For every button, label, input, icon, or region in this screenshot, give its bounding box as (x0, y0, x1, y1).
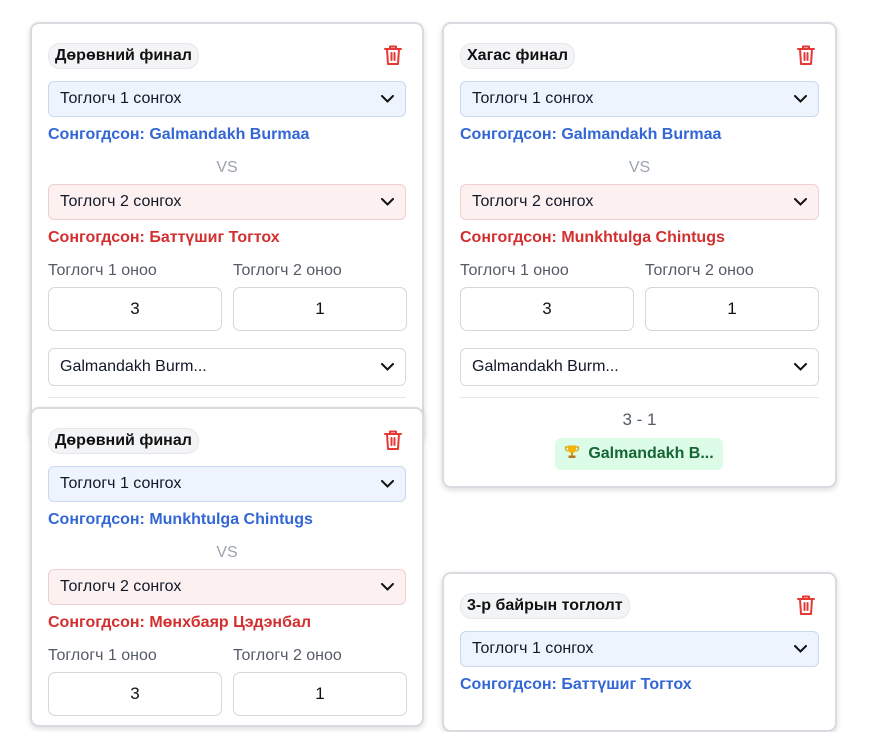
player1-select[interactable]: Тоглогч 1 сонгох (460, 81, 819, 117)
chevron-down-icon (793, 195, 807, 209)
player1-select[interactable]: Тоглогч 1 сонгох (460, 631, 819, 667)
player1-select-label: Тоглогч 1 сонгох (472, 640, 594, 657)
player1-chosen: Сонгогдсон: Баттүшиг Тогтох (460, 676, 692, 693)
player1-chosen: Сонгогдсон: Galmandakh Burmaa (460, 126, 722, 143)
chevron-down-icon (380, 477, 394, 491)
player1-select-label: Тоглогч 1 сонгох (472, 90, 594, 107)
chevron-down-icon (380, 92, 394, 106)
player1-select[interactable]: Тоглогч 1 сонгох (48, 81, 406, 117)
match-card: 3-р байрын тоглолт Тоглогч 1 сонгох Сонг… (442, 572, 837, 732)
score2-label: Тоглогч 2 оноо (233, 647, 342, 664)
player2-select[interactable]: Тоглогч 2 сонгох (48, 569, 406, 605)
score2-input[interactable]: 1 (233, 287, 407, 331)
player2-select-label: Тоглогч 2 сонгох (472, 193, 594, 210)
winner-select[interactable]: Galmandakh Burm... (48, 348, 406, 386)
score1-label: Тоглогч 1 оноо (48, 647, 157, 664)
trophy-icon (564, 444, 580, 465)
player2-chosen: Сонгогдсон: Баттүшиг Тогтох (48, 229, 280, 246)
divider (48, 397, 406, 398)
score2-input[interactable]: 1 (645, 287, 819, 331)
player2-select[interactable]: Тоглогч 2 сонгох (48, 184, 406, 220)
player1-chosen: Сонгогдсон: Munkhtulga Chintugs (48, 511, 313, 528)
stage-badge: Хагас финал (460, 43, 576, 69)
score2-label: Тоглогч 2 оноо (645, 262, 754, 279)
score2-label: Тоглогч 2 оноо (233, 262, 342, 279)
winner-select-label: Galmandakh Burm... (60, 358, 207, 375)
player2-select-label: Тоглогч 2 сонгох (60, 578, 182, 595)
player1-select-label: Тоглогч 1 сонгох (60, 90, 182, 107)
winner-badge: Galmandakh B... (555, 438, 723, 470)
winner-name: Galmandakh B... (588, 445, 714, 462)
vs-label: VS (216, 159, 238, 176)
trash-icon[interactable] (382, 428, 404, 452)
player2-chosen: Сонгогдсон: Munkhtulga Chintugs (460, 229, 725, 246)
player1-select-label: Тоглогч 1 сонгох (60, 475, 182, 492)
chevron-down-icon (793, 642, 807, 656)
trash-icon[interactable] (795, 593, 817, 617)
chevron-down-icon (380, 195, 394, 209)
match-result: 3 - 1 (622, 410, 657, 429)
stage-badge: Дөрөвний финал (48, 428, 199, 454)
player2-chosen: Сонгогдсон: Мөнхбаяр Цэдэнбал (48, 614, 312, 631)
player1-chosen: Сонгогдсон: Galmandakh Burmaa (48, 126, 310, 143)
score1-label: Тоглогч 1 оноо (460, 262, 569, 279)
winner-select[interactable]: Galmandakh Burm... (460, 348, 819, 386)
vs-label: VS (216, 544, 238, 561)
match-card: Дөрөвний финал Тоглогч 1 сонгох Сонгогдс… (30, 22, 424, 442)
score1-label: Тоглогч 1 оноо (48, 262, 157, 279)
match-card: Хагас финал Тоглогч 1 сонгох Сонгогдсон:… (442, 22, 837, 488)
match-card: Дөрөвний финал Тоглогч 1 сонгох Сонгогдс… (30, 407, 424, 727)
score1-input[interactable]: 3 (48, 287, 222, 331)
player2-select-label: Тоглогч 2 сонгох (60, 193, 182, 210)
stage-badge: 3-р байрын тоглолт (460, 593, 630, 619)
trash-icon[interactable] (795, 43, 817, 67)
chevron-down-icon (380, 580, 394, 594)
player1-select[interactable]: Тоглогч 1 сонгох (48, 466, 406, 502)
stage-badge: Дөрөвний финал (48, 43, 199, 69)
player2-select[interactable]: Тоглогч 2 сонгох (460, 184, 819, 220)
chevron-down-icon (793, 360, 807, 374)
score1-input[interactable]: 3 (48, 672, 222, 716)
vs-label: VS (628, 159, 651, 176)
chevron-down-icon (380, 360, 394, 374)
divider (460, 397, 819, 398)
score2-input[interactable]: 1 (233, 672, 407, 716)
winner-select-label: Galmandakh Burm... (472, 358, 619, 375)
trash-icon[interactable] (382, 43, 404, 67)
chevron-down-icon (793, 92, 807, 106)
score1-input[interactable]: 3 (460, 287, 634, 331)
